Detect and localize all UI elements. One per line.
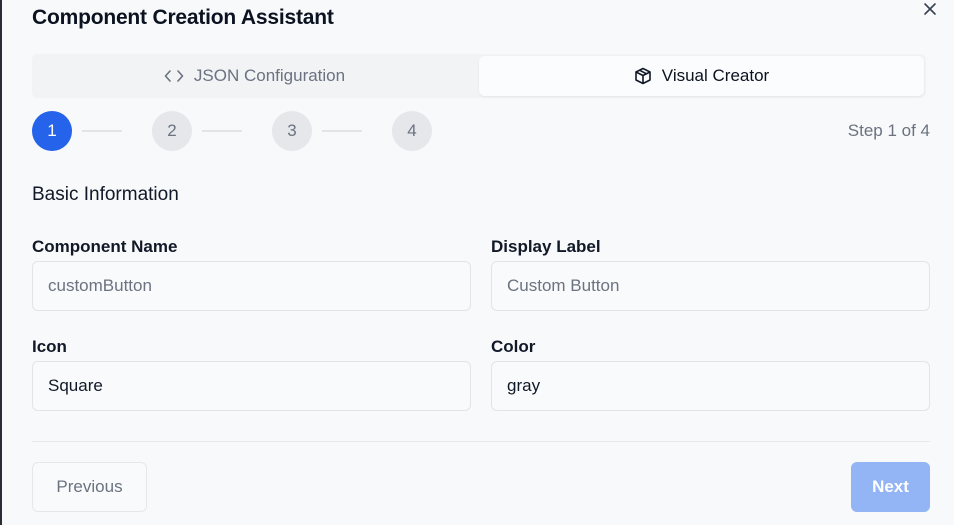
- step-2[interactable]: 2: [152, 111, 192, 151]
- close-button[interactable]: [920, 0, 940, 18]
- previous-button[interactable]: Previous: [32, 462, 147, 512]
- step-connector: [202, 130, 242, 132]
- mode-tabs: JSON Configuration Visual Creator: [32, 54, 926, 98]
- box-icon: [634, 67, 651, 85]
- tab-visual-creator[interactable]: Visual Creator: [479, 56, 924, 96]
- display-label-label: Display Label: [491, 237, 601, 256]
- color-label: Color: [491, 337, 536, 356]
- icon-label: Icon: [32, 337, 67, 356]
- component-creation-dialog: Component Creation Assistant JSON Config…: [2, 0, 954, 525]
- footer-divider: [32, 441, 930, 442]
- step-connector: [82, 130, 122, 132]
- tab-json-configuration[interactable]: JSON Configuration: [32, 54, 477, 98]
- step-4[interactable]: 4: [392, 111, 432, 151]
- stepper: 1 2 3 4: [32, 111, 432, 151]
- step-1[interactable]: 1: [32, 111, 72, 151]
- close-icon: [924, 3, 936, 15]
- color-input[interactable]: gray: [491, 361, 930, 411]
- display-label-input[interactable]: Custom Button: [491, 261, 930, 311]
- tab-label: Visual Creator: [661, 66, 770, 85]
- component-name-input[interactable]: customButton: [32, 261, 471, 311]
- component-name-label: Component Name: [32, 237, 178, 256]
- code-icon: [164, 70, 184, 82]
- tab-label: JSON Configuration: [193, 66, 346, 85]
- step-3[interactable]: 3: [272, 111, 312, 151]
- dialog-title: Component Creation Assistant: [32, 6, 334, 29]
- step-status: Step 1 of 4: [847, 121, 930, 140]
- step-connector: [322, 130, 362, 132]
- next-button[interactable]: Next: [851, 462, 930, 512]
- icon-input[interactable]: Square: [32, 361, 471, 411]
- section-title: Basic Information: [32, 184, 179, 205]
